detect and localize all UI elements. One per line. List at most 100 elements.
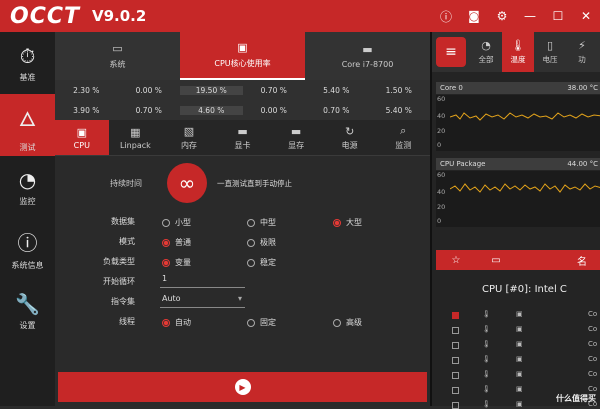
hamburger-menu-button[interactable]: ≡ [436, 37, 466, 67]
sensor-name: Co [588, 355, 598, 363]
sidebar-item-test[interactable]: 🜂 测试 [0, 94, 55, 156]
subtab-monitor[interactable]: ⌕ 监测 [376, 120, 430, 155]
battery-icon: ▯ [546, 39, 554, 52]
thermometer-icon: 🌡 [511, 39, 525, 52]
sensor-checkbox[interactable] [452, 312, 459, 319]
sidebar-item-monitor[interactable]: ◔ 监控 [0, 156, 55, 218]
camera-icon[interactable]: ◙ [460, 9, 488, 23]
cpu-icon: ▣ [516, 340, 523, 348]
title-bar: OCCT V9.0.2 ⓘ ◙ ⚙ — ☐ ✕ [0, 0, 600, 32]
sidebar-item-sysinfo[interactable]: ⓘ 系统信息 [0, 218, 55, 280]
subtab-memory[interactable]: ▧ 内存 [162, 120, 216, 155]
cpu-icon: ▣ [516, 310, 523, 318]
dataset-medium-radio[interactable]: 中型 [247, 217, 276, 228]
thermometer-icon: 🌡 [482, 355, 491, 363]
settings-icon[interactable]: ⚙ [488, 9, 516, 23]
sensor-name: Co [588, 310, 598, 318]
sidebar-item-benchmark[interactable]: ⏱ 基准 [0, 32, 55, 94]
sidebar-item-settings[interactable]: 🔧 设置 [0, 280, 55, 342]
sensor-checkbox[interactable] [452, 372, 459, 379]
sensor-name: Co [588, 325, 598, 333]
sensor-checkbox[interactable] [452, 342, 459, 349]
maximize-button[interactable]: ☐ [544, 9, 572, 23]
tab-system[interactable]: ▭ 系统 [55, 32, 180, 80]
dataset-large-radio[interactable]: 大型 [333, 217, 362, 228]
monitor-tab-power[interactable]: ⚡ 功 [566, 32, 598, 72]
gpu-icon: ▬ [362, 43, 373, 56]
thermometer-icon: 🌡 [482, 370, 491, 378]
watermark: 什么值得买 [556, 394, 596, 403]
sensor-checkbox[interactable] [452, 357, 459, 364]
load-variable-radio[interactable]: 变量 [162, 257, 191, 268]
threads-auto-radio[interactable]: 自动 [162, 317, 191, 328]
cpu-sensor-title: CPU [#0]: Intel C [482, 284, 567, 295]
gauge-icon: ◔ [18, 167, 37, 192]
cycle-label: 开始循环 [103, 276, 135, 286]
thermometer-icon: 🌡 [482, 340, 491, 348]
cpu-icon: ▣ [516, 325, 523, 333]
infinite-duration-button[interactable]: ∞ [167, 163, 207, 203]
mode-label: 模式 [119, 236, 135, 246]
info-circle-icon: ⓘ [17, 231, 38, 255]
cpu-icon: ▣ [516, 385, 523, 393]
tab-core-i7[interactable]: ▬ Core i7-8700 [305, 32, 430, 80]
instruction-set-select[interactable]: Auto [160, 294, 245, 308]
flame-icon: 🜂 [18, 107, 37, 131]
dataset-small-radio[interactable]: 小型 [162, 217, 191, 228]
name-filter[interactable]: 名 [562, 253, 600, 268]
mode-normal-radio[interactable]: 普通 [162, 237, 191, 248]
sensor-name: Co [588, 385, 598, 393]
app-version: V9.0.2 [92, 7, 147, 25]
temperature-graph: 60 40 20 0 [436, 95, 600, 151]
infinity-icon: ∞ [178, 171, 196, 195]
subtab-gpu[interactable]: ▬ 显卡 [216, 120, 270, 155]
cpu-icon: ▣ [516, 355, 523, 363]
load-stable-radio[interactable]: 稳定 [247, 257, 276, 268]
monitor-tab-temperature[interactable]: 🌡 温度 [502, 32, 534, 72]
search-icon: ⌕ [400, 124, 407, 137]
start-button[interactable]: ▶ [58, 372, 427, 402]
subtab-linpack[interactable]: ▦ Linpack [109, 120, 163, 155]
package-temp-line [450, 183, 600, 193]
sensor-name: Co [588, 340, 598, 348]
wrench-icon: 🔧 [15, 291, 40, 316]
memory-icon: ▧ [183, 124, 195, 138]
cpu-icon: ▣ [76, 125, 87, 139]
sidebar: ⏱ 基准 🜂 测试 ◔ 监控 ⓘ 系统信息 🔧 设置 [0, 32, 55, 406]
thermometer-icon: 🌡 [482, 385, 491, 393]
sensor-filter-bar: ☆ ▭ 名 [436, 250, 600, 270]
vram-icon: ▬ [290, 124, 302, 138]
threads-advanced-radio[interactable]: 高级 [333, 317, 362, 328]
cycle-input[interactable]: 1 [160, 274, 245, 288]
power-icon: ↻ [345, 124, 355, 138]
threads-label: 线程 [119, 316, 135, 326]
graph-header: Core 0 38.00 °C [436, 82, 600, 94]
plug-icon: ⚡ [578, 39, 586, 52]
subtab-cpu[interactable]: ▣ CPU [55, 120, 109, 155]
info-icon[interactable]: ⓘ [432, 8, 460, 25]
thermometer-icon: 🌡 [482, 325, 491, 333]
gauge-icon: ◔ [481, 39, 491, 52]
duration-label: 持续时间 [110, 179, 142, 188]
tab-cpu-usage[interactable]: ▣ CPU核心使用率 [180, 32, 305, 80]
temperature-graph: 60 40 20 0 [436, 171, 600, 227]
app-logo: OCCT [10, 3, 80, 29]
minimize-button[interactable]: — [516, 9, 544, 23]
device-filter[interactable]: ▭ [476, 255, 516, 266]
monitor-tab-all[interactable]: ◔ 全部 [470, 32, 502, 72]
usage-row: 2.30 % 0.00 % 19.50 % 0.70 % 5.40 % 1.50 % [73, 85, 412, 95]
threads-fixed-radio[interactable]: 固定 [247, 317, 276, 328]
thermometer-icon: 🌡 [482, 400, 491, 408]
sensor-checkbox[interactable] [452, 387, 459, 394]
subtab-power[interactable]: ↻ 电源 [323, 120, 377, 155]
favorite-filter[interactable]: ☆ [436, 255, 476, 266]
core0-temp-line [450, 112, 600, 121]
subtab-vram[interactable]: ▬ 显存 [269, 120, 323, 155]
load-type-label: 负载类型 [103, 256, 135, 266]
monitor-tab-voltage[interactable]: ▯ 电压 [534, 32, 566, 72]
monitor-panel: ≡ ◔ 全部 🌡 温度 ▯ 电压 ⚡ 功 Core 0 38.00 °C 60 40 20… [430, 32, 600, 409]
close-button[interactable]: ✕ [572, 9, 600, 23]
sensor-checkbox[interactable] [452, 327, 459, 334]
mode-extreme-radio[interactable]: 极限 [247, 237, 276, 248]
cpu-icon: ▣ [516, 400, 523, 408]
